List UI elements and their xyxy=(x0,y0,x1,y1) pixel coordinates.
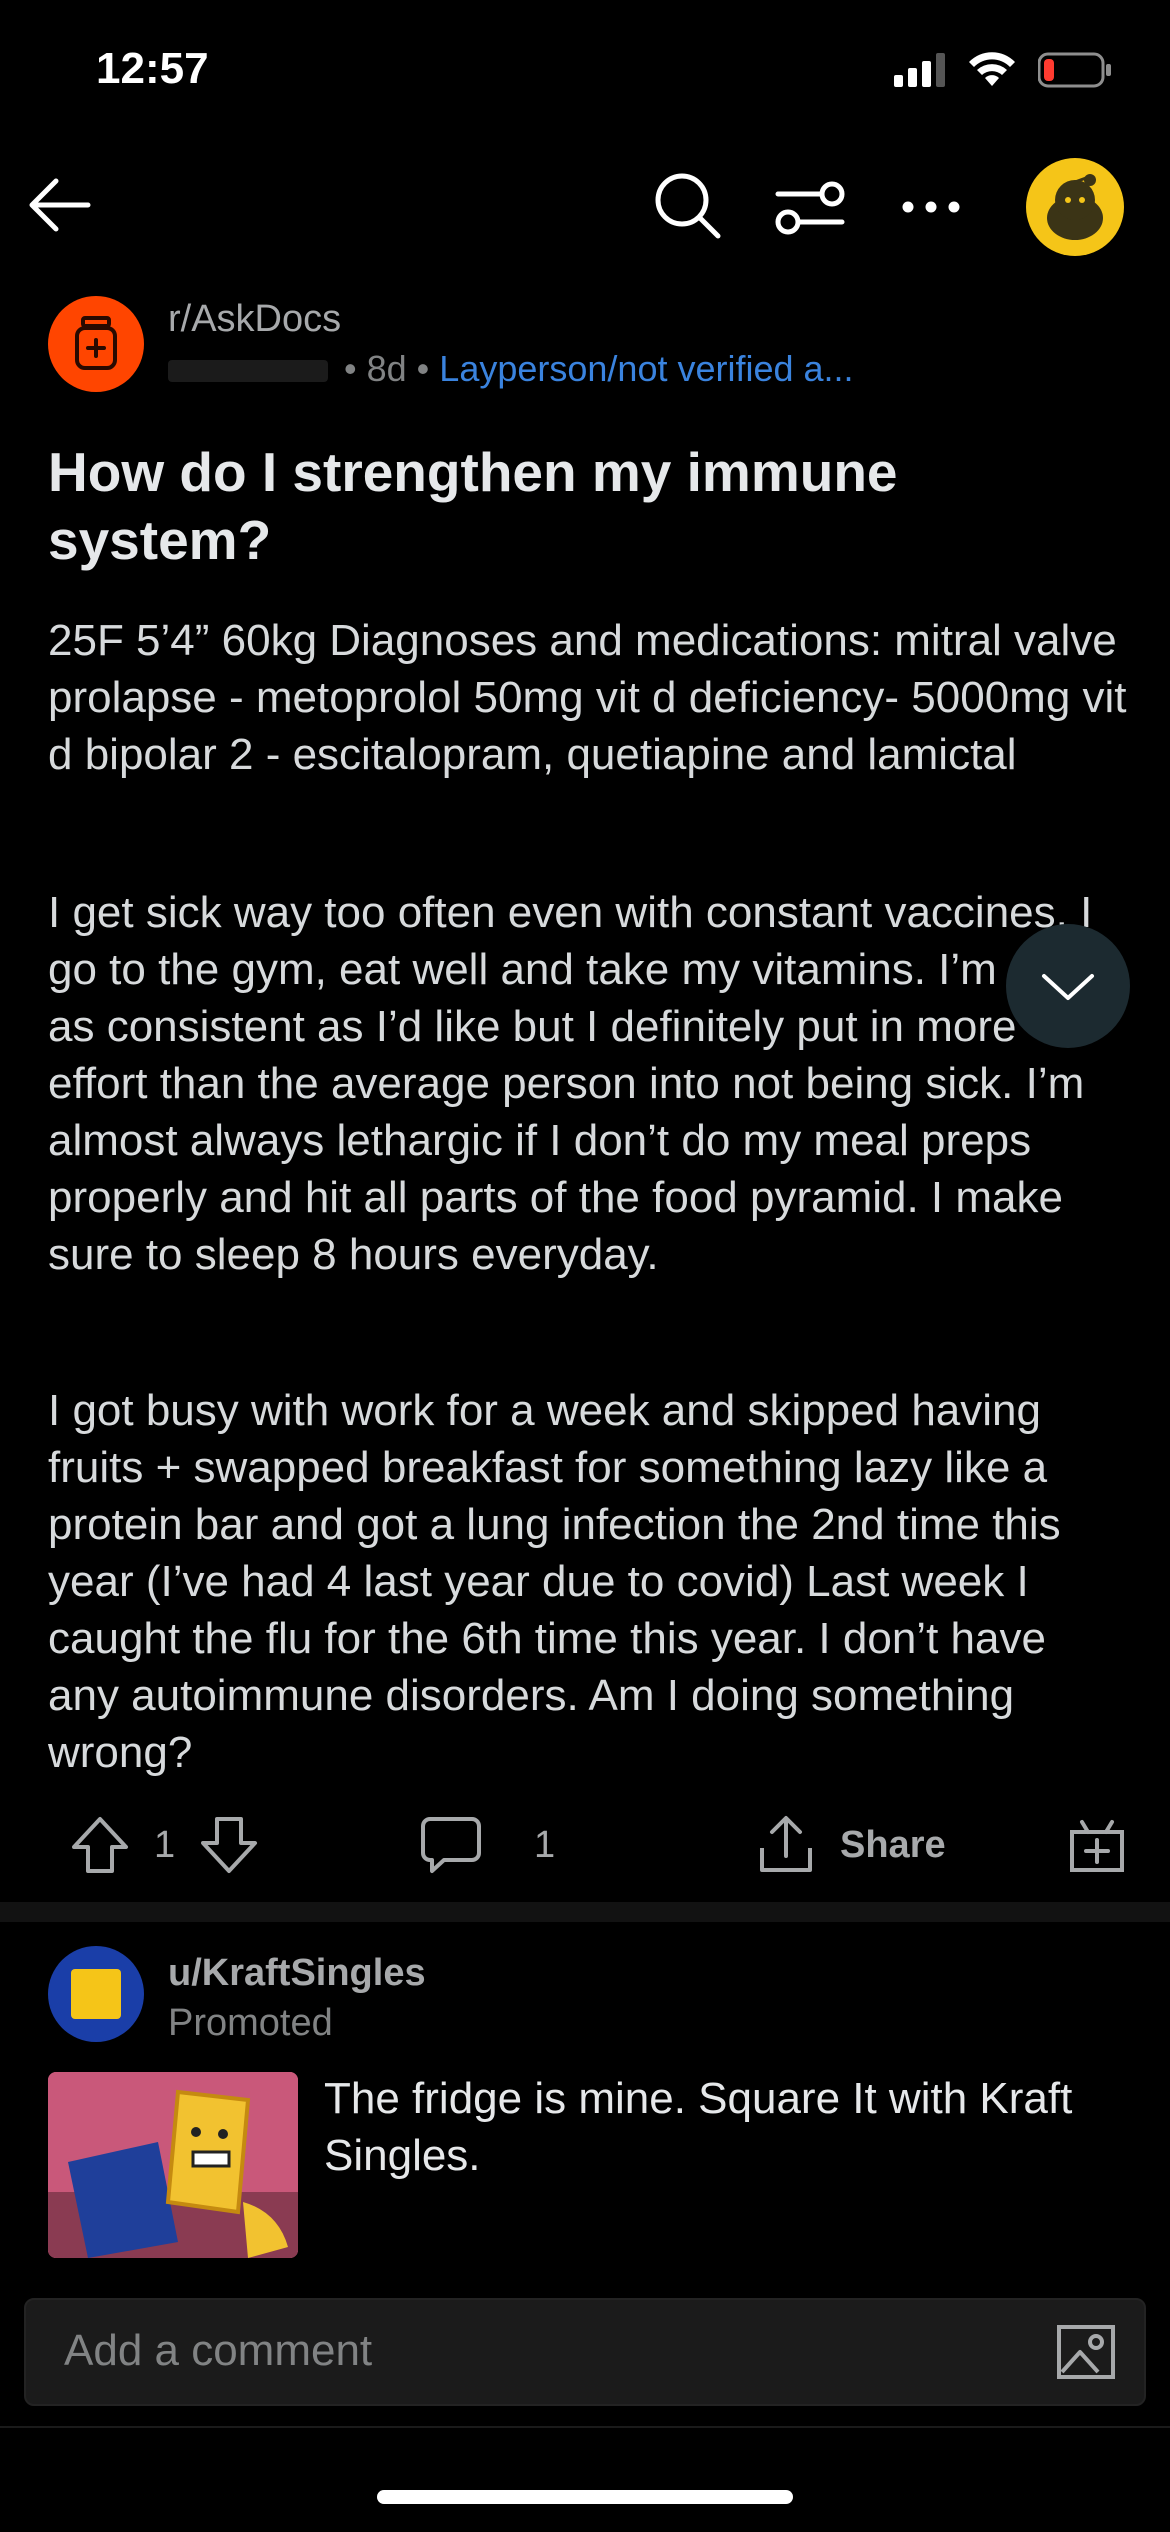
battery-icon xyxy=(1038,52,1111,88)
snoo-avatar-icon xyxy=(1047,174,1103,240)
promoted-avatar[interactable] xyxy=(48,1946,144,2042)
search-icon[interactable] xyxy=(650,168,724,242)
more-options-icon[interactable] xyxy=(898,170,964,244)
bottom-divider xyxy=(0,2426,1170,2428)
home-indicator[interactable] xyxy=(377,2490,793,2504)
medical-bottle-icon xyxy=(75,316,117,370)
scroll-down-button[interactable] xyxy=(1006,924,1130,1048)
cellular-signal-icon xyxy=(894,53,945,87)
back-arrow-icon[interactable] xyxy=(22,168,96,242)
share-icon xyxy=(760,1816,812,1872)
status-icons xyxy=(894,52,1112,88)
comments-button[interactable]: 1 xyxy=(420,1800,555,1890)
kraft-singles-cartoon-image xyxy=(48,2072,298,2258)
post-flair[interactable]: Layperson/not verified a... xyxy=(439,348,853,389)
vote-group: 1 xyxy=(70,1800,259,1890)
post-paragraph: I got busy with work for a week and skip… xyxy=(48,1386,1061,1777)
share-button[interactable]: Share xyxy=(756,1800,946,1890)
status-time: 12:57 xyxy=(96,44,209,93)
promoted-thumbnail[interactable] xyxy=(48,2072,298,2258)
promoted-headline[interactable]: The fridge is mine. Square It with Kraft… xyxy=(324,2070,1124,2184)
image-attach-icon[interactable] xyxy=(1056,2324,1116,2380)
sort-sliders-icon[interactable] xyxy=(770,170,850,244)
post-age: • 8d • xyxy=(344,348,430,389)
user-avatar[interactable] xyxy=(1026,158,1124,256)
award-button[interactable] xyxy=(1068,1800,1126,1890)
section-divider xyxy=(0,1902,1170,1922)
post-paragraph: 25F 5’4” 60kg Diagnoses and medications:… xyxy=(48,616,1127,779)
post-action-bar: 1 1 Share xyxy=(0,1800,1170,1890)
comment-bubble-icon xyxy=(421,1817,481,1873)
gift-award-icon xyxy=(1070,1820,1124,1872)
subreddit-icon[interactable] xyxy=(48,296,144,392)
wifi-icon xyxy=(969,52,1015,86)
post-title: How do I strengthen my immune system? xyxy=(48,441,898,571)
blurred-username[interactable] xyxy=(168,360,328,383)
chevron-down-icon xyxy=(1042,974,1094,1000)
promoted-username[interactable]: u/KraftSingles xyxy=(168,1952,426,1995)
promoted-label: Promoted xyxy=(168,2002,333,2044)
vote-count: 1 xyxy=(154,1823,176,1866)
comment-count: 1 xyxy=(534,1823,556,1866)
comment-placeholder[interactable]: Add a comment xyxy=(64,2326,372,2376)
downvote-icon[interactable] xyxy=(199,1815,259,1875)
upvote-icon[interactable] xyxy=(70,1815,130,1875)
share-label: Share xyxy=(840,1823,946,1866)
subreddit-name[interactable]: r/AskDocs xyxy=(168,298,341,341)
post-paragraph: I get sick way too often even with const… xyxy=(48,888,1093,1279)
post-meta: • 8d • Layperson/not verified a... xyxy=(168,348,854,390)
